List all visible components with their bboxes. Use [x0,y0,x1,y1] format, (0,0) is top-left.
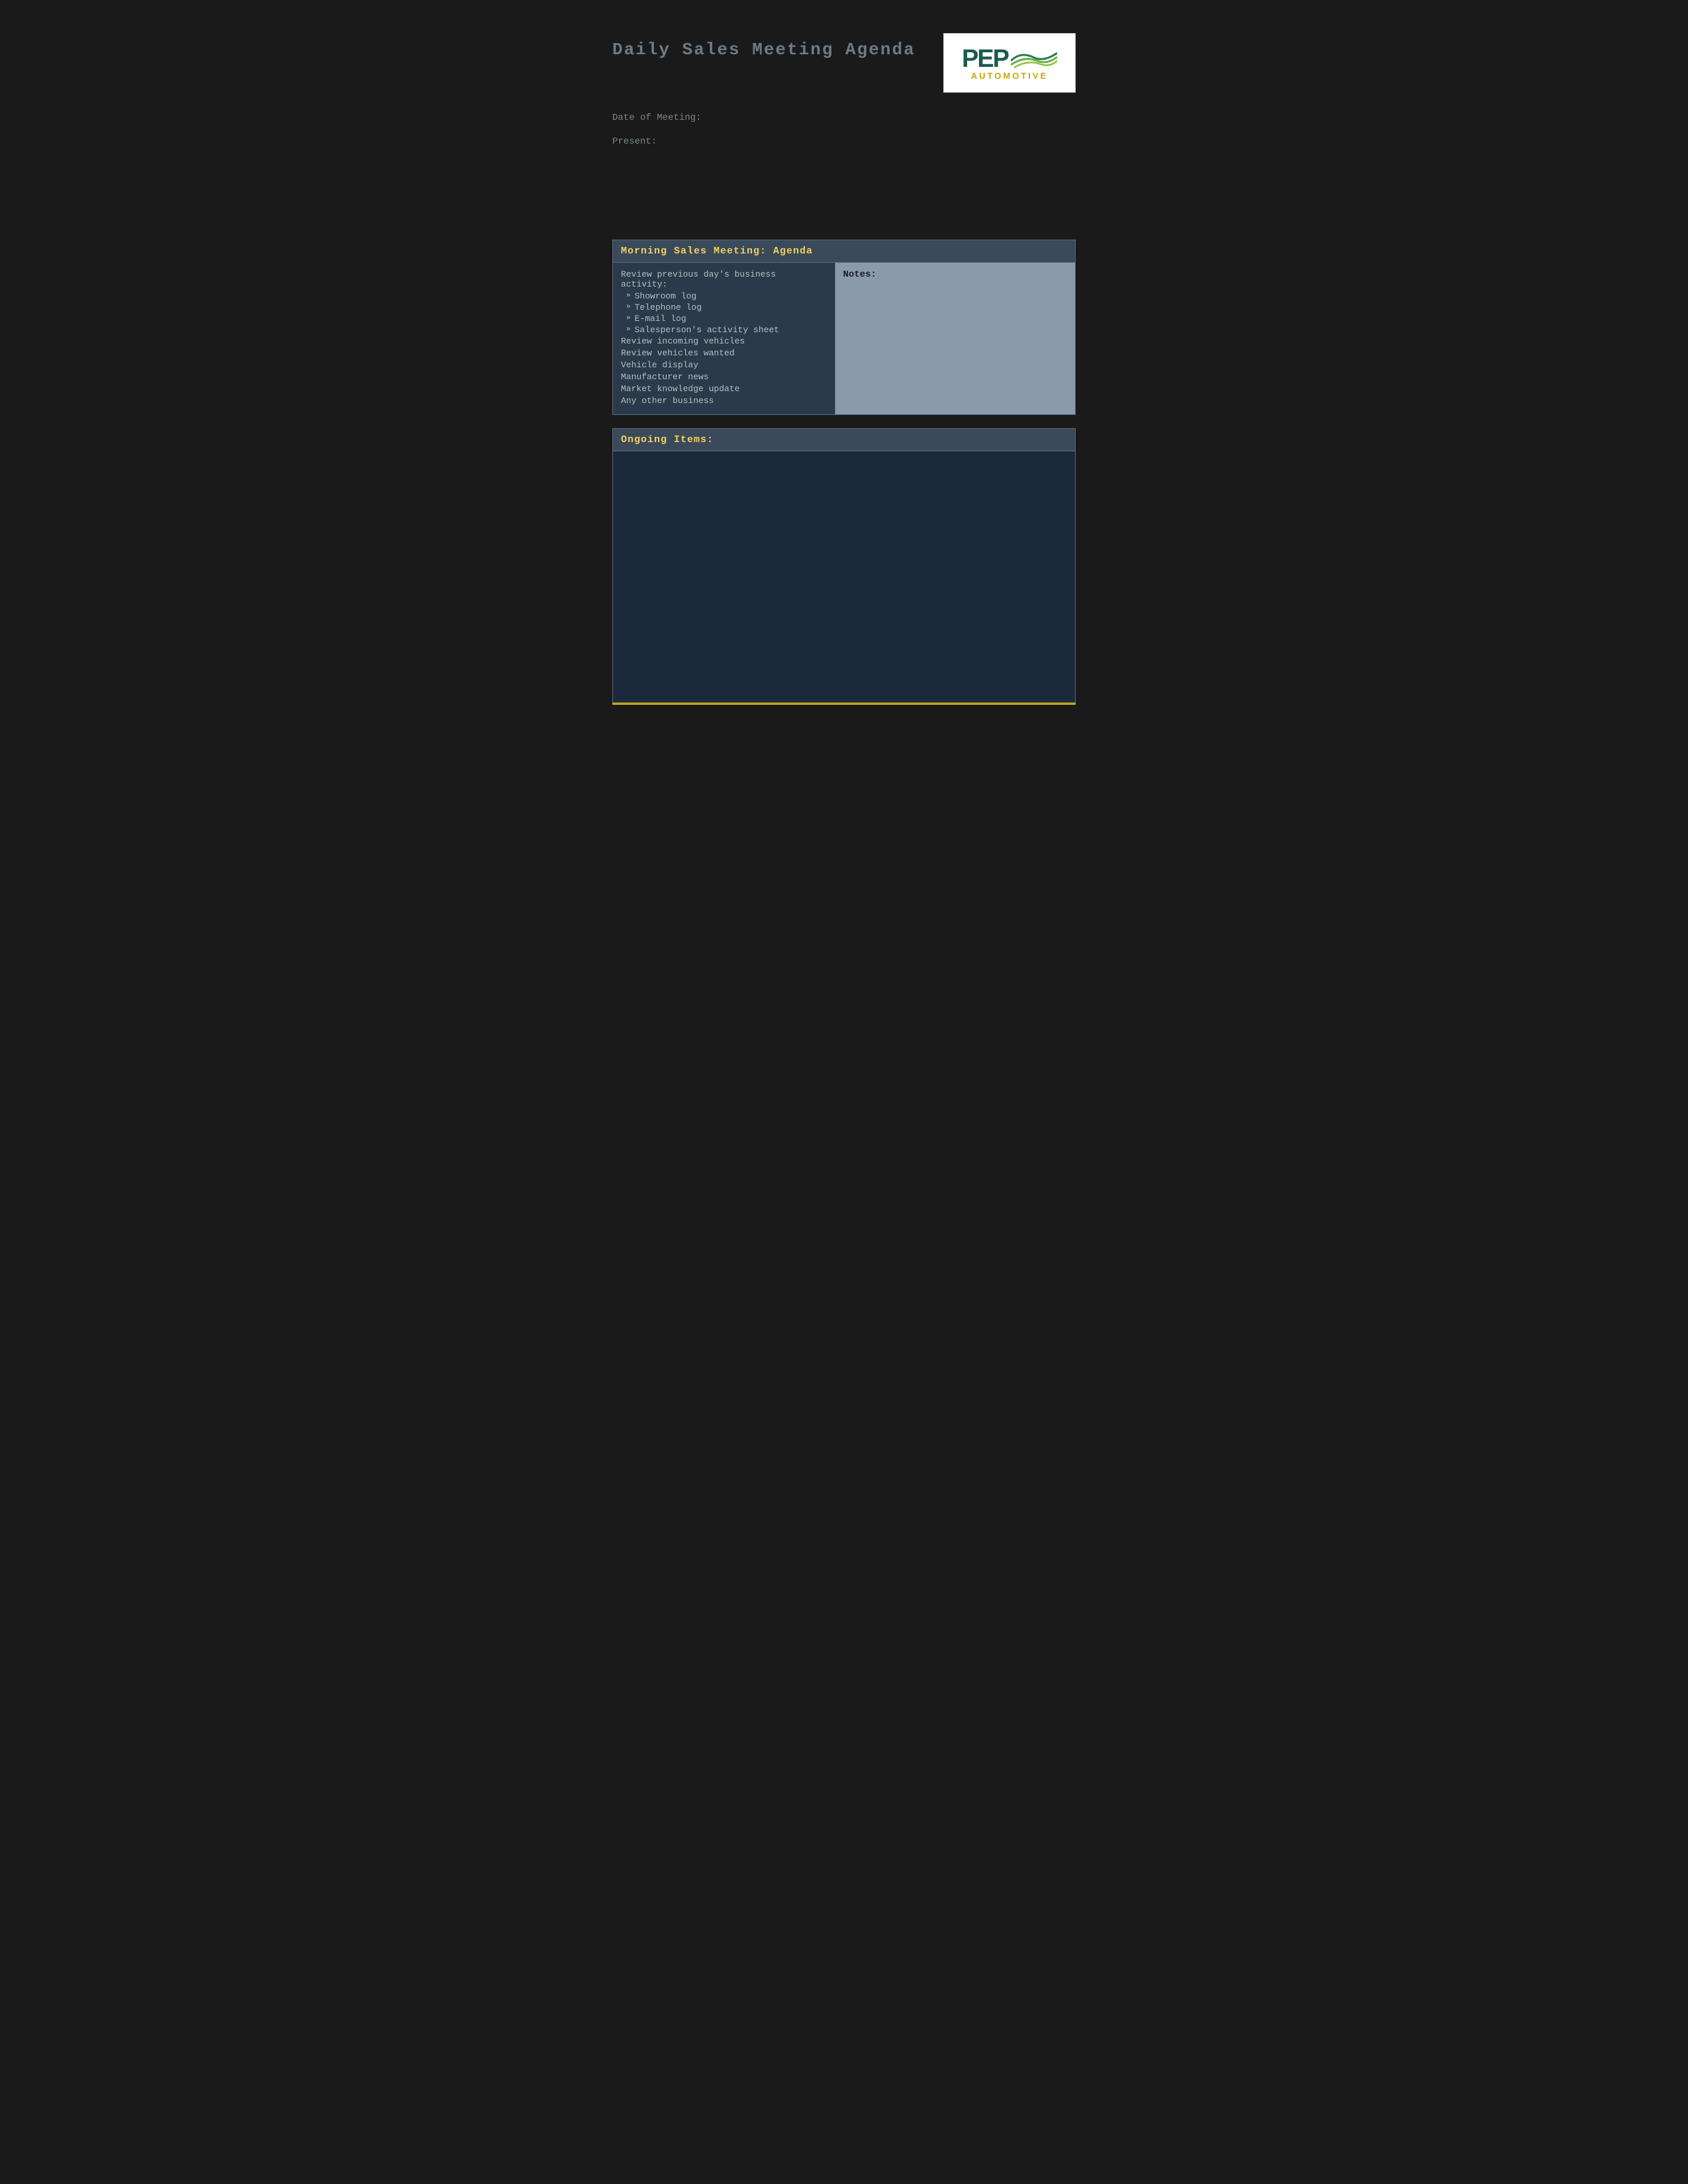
agenda-item-manufacturer: Manufacturer news [621,372,827,382]
bullet-icon: » [626,292,631,300]
agenda-item-display: Vehicle display [621,360,827,370]
bottom-line [612,703,1076,705]
ongoing-body-row [613,451,1076,703]
ongoing-table-header: Ongoing Items: [613,429,1076,451]
present-label: Present: [612,136,1076,147]
ongoing-body-cell [613,451,1076,703]
sub-item-showroom: » Showroom log [621,291,827,301]
bullet-icon-3: » [626,314,631,322]
sub-item-email: » E-mail log [621,314,827,324]
morning-header-row: Morning Sales Meeting: Agenda [613,240,1076,263]
agenda-item-other: Any other business [621,396,827,406]
page: Daily Sales Meeting Agenda PEP AUTOMOTIV… [586,13,1102,731]
sub-item-salesperson: » Salesperson's activity sheet [621,325,827,335]
header: Daily Sales Meeting Agenda PEP AUTOMOTIV… [612,33,1076,93]
morning-table: Morning Sales Meeting: Agenda Review pre… [612,240,1076,415]
logo-pep: PEP [962,45,1057,73]
sub-item-email-label: E-mail log [635,314,686,324]
logo-container: PEP AUTOMOTIVE [943,33,1076,93]
sub-item-salesperson-label: Salesperson's activity sheet [635,325,779,335]
agenda-left-col: Review previous day's business activity:… [613,263,835,415]
agenda-item-wanted: Review vehicles wanted [621,348,827,358]
date-of-meeting-label: Date of Meeting: [612,113,1076,123]
sub-item-telephone-label: Telephone log [635,302,702,312]
meta-section: Date of Meeting: Present: [612,113,1076,147]
logo-swoosh [1011,48,1057,71]
bullet-icon-4: » [626,326,631,334]
agenda-item-market: Market knowledge update [621,384,827,394]
agenda-item-incoming: Review incoming vehicles [621,336,827,346]
logo-automotive-text: AUTOMOTIVE [971,71,1048,81]
ongoing-table: Ongoing Items: [612,428,1076,703]
morning-content-row: Review previous day's business activity:… [613,263,1076,415]
page-title: Daily Sales Meeting Agenda [612,40,915,60]
logo-pep-text: PEP [962,45,1008,73]
ongoing-header-row: Ongoing Items: [613,429,1076,451]
morning-table-header: Morning Sales Meeting: Agenda [613,240,1076,263]
agenda-intro: Review previous day's business activity: [621,269,827,289]
notes-right-col: Notes: [835,263,1075,415]
sub-item-telephone: » Telephone log [621,302,827,312]
bullet-icon-2: » [626,303,631,311]
sub-item-showroom-label: Showroom log [635,291,697,301]
notes-label: Notes: [843,269,1067,280]
